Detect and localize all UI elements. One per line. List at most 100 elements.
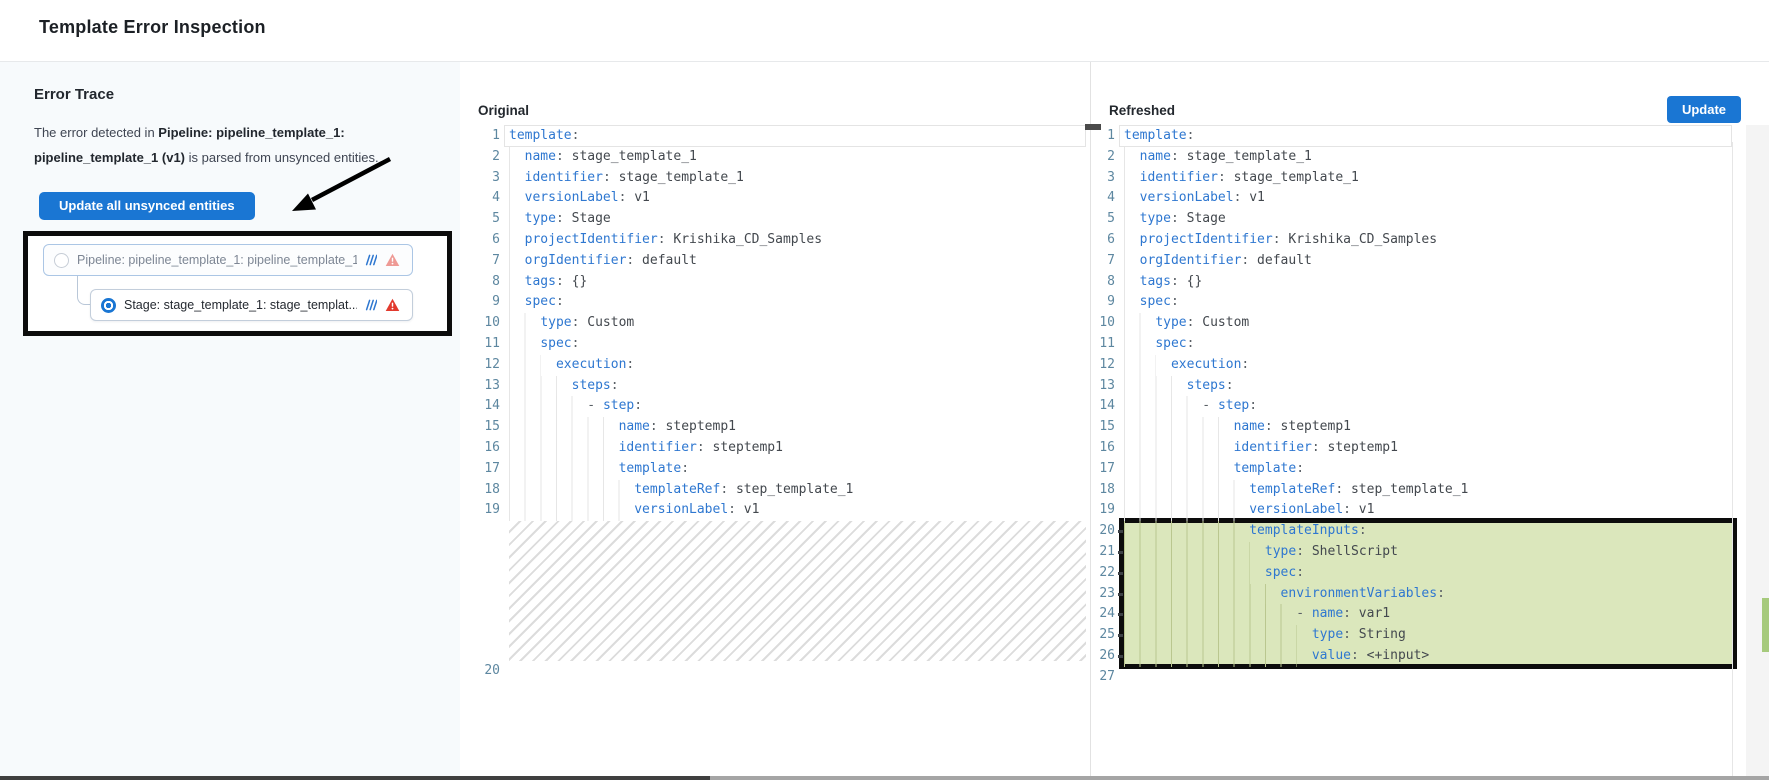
code-line: 12 execution: (460, 355, 1086, 376)
code-line: 21 type: ShellScript (1091, 542, 1468, 563)
update-button[interactable]: Update (1667, 96, 1741, 123)
code-line: 11 spec: (460, 334, 1086, 355)
code-line: 7 orgIdentifier: default (460, 251, 1086, 272)
code-line: 1template: (1091, 126, 1468, 147)
code-line: 5 type: Stage (1091, 209, 1468, 230)
line-number: 13 (1091, 376, 1115, 397)
line-number: 18 (1091, 480, 1115, 501)
code-line: 19 versionLabel: v1 (460, 500, 1086, 521)
annotation-arrow-icon (278, 154, 396, 218)
code-line: 13 steps: (460, 376, 1086, 397)
minimap[interactable] (1746, 125, 1769, 776)
line-number: 7 (1091, 251, 1115, 272)
original-panel-title: Original (478, 103, 529, 118)
dialog-header: Template Error Inspection (0, 0, 1769, 62)
code-line: 20 templateInputs: (1091, 521, 1468, 542)
code-line: 9 spec: (1091, 292, 1468, 313)
tree-item-stage[interactable]: Stage: stage_template_1: stage_templat..… (90, 289, 413, 321)
refreshed-panel-title: Refreshed (1109, 103, 1175, 118)
line-number: 7 (460, 251, 500, 272)
code-line: 24 - name: var1 (1091, 604, 1468, 625)
line-number: 19 (1091, 500, 1115, 521)
refreshed-code-editor[interactable]: 1template:2 name: stage_template_13 iden… (1091, 126, 1468, 688)
original-code-editor[interactable]: 1template:2 name: stage_template_13 iden… (460, 126, 1086, 682)
line-number: 14 (460, 396, 500, 417)
panel-divider (1090, 62, 1091, 776)
code-line: 20 (460, 661, 1086, 682)
line-number: 23 (1091, 584, 1115, 605)
code-line: 16 identifier: steptemp1 (1091, 438, 1468, 459)
line-number: 16 (1091, 438, 1115, 459)
line-number: 8 (1091, 272, 1115, 293)
line-number: 26 (1091, 646, 1115, 667)
tree-item-label: Pipeline: pipeline_template_1: pipeline_… (77, 253, 357, 267)
line-number: 17 (1091, 459, 1115, 480)
code-line: 25 type: String (1091, 625, 1468, 646)
code-line: 3 identifier: stage_template_1 (1091, 168, 1468, 189)
error-trace-sidebar: Error Trace The error detected in Pipeli… (0, 62, 460, 776)
line-number: 22 (1091, 563, 1115, 584)
code-line: 12 execution: (1091, 355, 1468, 376)
tree-item-pipeline[interactable]: Pipeline: pipeline_template_1: pipeline_… (43, 244, 413, 276)
radio-unselected-icon[interactable] (54, 253, 69, 268)
line-number: 2 (460, 147, 500, 168)
code-line: 18 templateRef: step_template_1 (1091, 480, 1468, 501)
tree-connector-line (77, 276, 91, 305)
code-line: 8 tags: {} (460, 272, 1086, 293)
line-number: 14 (1091, 396, 1115, 417)
tree-item-label: Stage: stage_template_1: stage_templat..… (124, 298, 357, 312)
line-number: 6 (460, 230, 500, 251)
error-trace-heading: Error Trace (34, 86, 114, 103)
code-line: 8 tags: {} (1091, 272, 1468, 293)
minimap-added-lines-marker (1762, 598, 1769, 652)
code-line: 15 name: steptemp1 (460, 417, 1086, 438)
line-number: 4 (460, 188, 500, 209)
line-number: 11 (460, 334, 500, 355)
scrollbar-thumb[interactable] (1085, 124, 1101, 130)
line-number: 16 (460, 438, 500, 459)
error-trace-annotation-box: Pipeline: pipeline_template_1: pipeline_… (23, 231, 452, 336)
update-all-unsynced-button[interactable]: Update all unsynced entities (39, 192, 255, 220)
code-line: 6 projectIdentifier: Krishika_CD_Samples (1091, 230, 1468, 251)
line-number: 25 (1091, 625, 1115, 646)
line-number: 1 (460, 126, 500, 147)
line-number: 6 (1091, 230, 1115, 251)
code-line: 27 (1091, 667, 1468, 688)
template-icon (365, 254, 377, 266)
line-number: 2 (1091, 147, 1115, 168)
code-line: 23 environmentVariables: (1091, 584, 1468, 605)
warning-triangle-icon (385, 253, 400, 267)
line-number: 3 (460, 168, 500, 189)
window-bottom-edge (710, 776, 1769, 780)
line-number: 9 (1091, 292, 1115, 313)
code-line: 14 - step: (460, 396, 1086, 417)
line-number: 11 (1091, 334, 1115, 355)
line-number: 10 (460, 313, 500, 334)
line-number: 12 (1091, 355, 1115, 376)
line-number: 19 (460, 500, 500, 521)
code-line: 5 type: Stage (460, 209, 1086, 230)
code-line: 3 identifier: stage_template_1 (460, 168, 1086, 189)
page-title: Template Error Inspection (39, 17, 266, 38)
code-line: 2 name: stage_template_1 (460, 147, 1086, 168)
line-number: 15 (1091, 417, 1115, 438)
code-line: 22 spec: (1091, 563, 1468, 584)
line-number: 17 (460, 459, 500, 480)
diff-gap-hatch (509, 521, 1086, 661)
code-line: 10 type: Custom (460, 313, 1086, 334)
original-panel: Original 1template:2 name: stage_templat… (460, 62, 1090, 776)
code-line: 10 type: Custom (1091, 313, 1468, 334)
line-number: 5 (460, 209, 500, 230)
code-line: 16 identifier: steptemp1 (460, 438, 1086, 459)
editor-scrollbar-track[interactable] (1732, 142, 1733, 776)
line-number: 20 (1091, 521, 1115, 542)
code-line: 1template: (460, 126, 1086, 147)
window-bottom-edge (0, 776, 710, 780)
code-line: 11 spec: (1091, 334, 1468, 355)
radio-selected-icon[interactable] (101, 298, 116, 313)
code-line: 9 spec: (460, 292, 1086, 313)
line-number: 13 (460, 376, 500, 397)
code-line: 14 - step: (1091, 396, 1468, 417)
code-line: 2 name: stage_template_1 (1091, 147, 1468, 168)
code-line: 19 versionLabel: v1 (1091, 500, 1468, 521)
